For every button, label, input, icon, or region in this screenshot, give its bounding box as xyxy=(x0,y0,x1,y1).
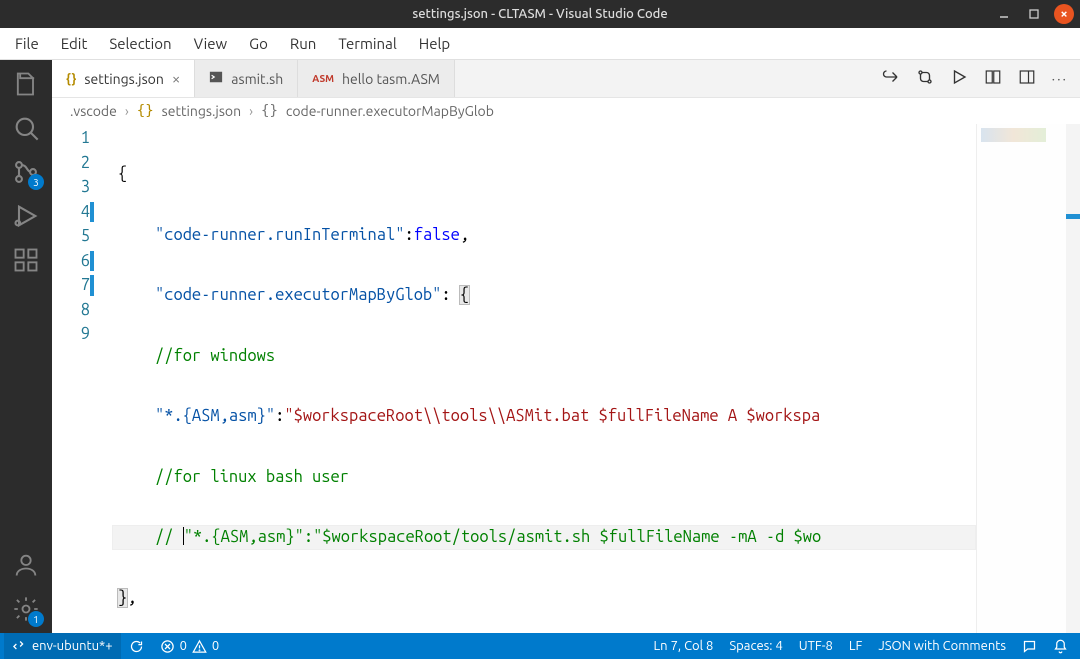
remote-indicator[interactable]: env-ubuntu*+ xyxy=(4,633,121,659)
search-icon[interactable] xyxy=(12,114,40,142)
asm-icon: ASM xyxy=(312,73,334,84)
language-mode[interactable]: JSON with Comments xyxy=(870,639,1014,653)
extensions-icon[interactable] xyxy=(12,246,40,274)
settings-badge: 1 xyxy=(28,611,44,627)
breadcrumb-file[interactable]: settings.json xyxy=(162,103,241,119)
titlebar: settings.json - CLTASM - Visual Studio C… xyxy=(0,0,1080,28)
window-maximize[interactable] xyxy=(1024,4,1044,24)
menu-help[interactable]: Help xyxy=(408,31,461,56)
activitybar: 3 1 xyxy=(0,60,52,633)
minimap-content xyxy=(981,128,1046,142)
settings-gear-icon[interactable]: 1 xyxy=(12,595,40,623)
problems-button[interactable]: 0 0 xyxy=(152,633,228,659)
sync-icon xyxy=(129,639,144,654)
scm-badge: 3 xyxy=(28,174,44,190)
json-icon: {} xyxy=(137,103,154,119)
menu-edit[interactable]: Edit xyxy=(50,31,99,56)
code-editor[interactable]: 1 2 3 4 5 6 7 8 9 { "code-runner.runInTe… xyxy=(52,124,1080,633)
split-editor-icon[interactable] xyxy=(984,68,1002,89)
editor-layout-icon[interactable] xyxy=(1018,68,1036,89)
more-actions-icon[interactable]: ··· xyxy=(1052,71,1068,87)
statusbar: env-ubuntu*+ 0 0 Ln 7, Col 8 Spaces: 4 U… xyxy=(0,633,1080,659)
close-icon: × xyxy=(1060,7,1067,21)
window-close[interactable]: × xyxy=(1054,4,1074,24)
indentation[interactable]: Spaces: 4 xyxy=(721,639,790,653)
minimize-icon xyxy=(998,8,1010,20)
shell-icon xyxy=(209,70,223,87)
menu-view[interactable]: View xyxy=(183,31,239,56)
eol[interactable]: LF xyxy=(841,639,870,653)
cursor-position[interactable]: Ln 7, Col 8 xyxy=(646,639,722,653)
tab-settings-json[interactable]: {} settings.json × xyxy=(52,60,195,97)
git-compare-icon[interactable] xyxy=(916,68,934,89)
window-minimize[interactable] xyxy=(994,4,1014,24)
scrollbar[interactable] xyxy=(1066,124,1080,633)
braces-icon: {} xyxy=(261,103,278,119)
run-code-icon[interactable] xyxy=(950,68,968,89)
explorer-icon[interactable] xyxy=(12,70,40,98)
breadcrumbs[interactable]: .vscode › {} settings.json › {} code-run… xyxy=(52,98,1080,124)
chevron-right-icon: › xyxy=(125,103,129,119)
code-runner-stop-icon[interactable] xyxy=(882,68,900,89)
tab-hello-tasm[interactable]: ASM hello tasm.ASM xyxy=(298,60,455,97)
breadcrumb-folder[interactable]: .vscode xyxy=(70,103,117,119)
encoding[interactable]: UTF-8 xyxy=(791,639,841,653)
code-content[interactable]: { "code-runner.runInTerminal":false, "co… xyxy=(112,124,976,633)
maximize-icon xyxy=(1028,8,1040,20)
editor-tabs: {} settings.json × asmit.sh ASM hello ta… xyxy=(52,60,1080,98)
chevron-right-icon: › xyxy=(249,103,253,119)
feedback-icon[interactable] xyxy=(1014,639,1045,654)
source-control-icon[interactable]: 3 xyxy=(12,158,40,186)
menu-go[interactable]: Go xyxy=(238,31,279,56)
window-title: settings.json - CLTASM - Visual Studio C… xyxy=(412,7,667,21)
menubar: File Edit Selection View Go Run Terminal… xyxy=(0,28,1080,60)
accounts-icon[interactable] xyxy=(12,551,40,579)
menu-terminal[interactable]: Terminal xyxy=(327,31,407,56)
menu-selection[interactable]: Selection xyxy=(98,31,182,56)
tab-label: asmit.sh xyxy=(231,71,283,87)
tab-close-icon[interactable]: × xyxy=(172,70,180,87)
gutter: 1 2 3 4 5 6 7 8 9 xyxy=(52,124,112,633)
minimap[interactable] xyxy=(976,124,1066,633)
menu-run[interactable]: Run xyxy=(279,31,327,56)
json-icon: {} xyxy=(66,72,76,86)
run-debug-icon[interactable] xyxy=(12,202,40,230)
notifications-icon[interactable] xyxy=(1045,639,1076,654)
tab-label: hello tasm.ASM xyxy=(342,71,440,87)
breadcrumb-symbol[interactable]: code-runner.executorMapByGlob xyxy=(286,103,494,119)
tab-label: settings.json xyxy=(84,71,163,87)
menu-file[interactable]: File xyxy=(4,31,50,56)
tab-asmit-sh[interactable]: asmit.sh xyxy=(195,60,298,97)
remote-icon xyxy=(12,639,27,654)
warning-icon xyxy=(192,639,207,654)
scroll-change-mark xyxy=(1066,214,1080,219)
sync-button[interactable] xyxy=(121,633,152,659)
error-icon xyxy=(160,639,175,654)
